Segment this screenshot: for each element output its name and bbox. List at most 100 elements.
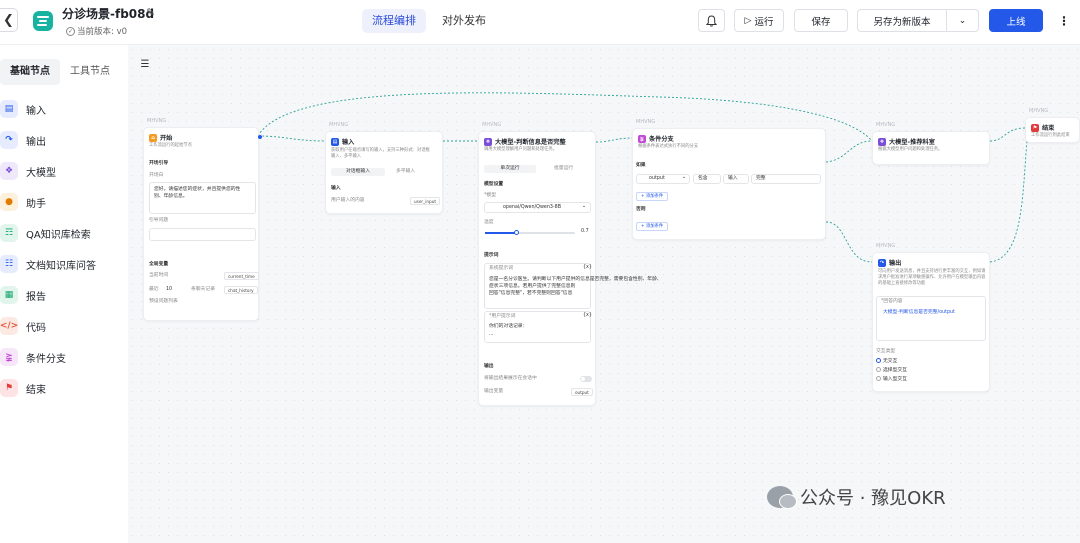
opening-label: 开场白	[149, 173, 164, 178]
branch-icon: ⪶	[0, 348, 18, 366]
if-label: 如果	[636, 163, 646, 168]
opening-section: 开场引导	[149, 161, 169, 166]
answer-content-area[interactable]: *回答内容 大模型-判断信息是否完整/output	[876, 296, 986, 341]
mode-dialog-tab[interactable]: 对话框输入	[331, 168, 385, 176]
node-title: 大模型-推荐科室	[889, 139, 935, 146]
sidebar-item-end[interactable]: ⚑ 结束	[0, 378, 46, 398]
back-button[interactable]: ❮	[0, 8, 18, 32]
condition-type-select[interactable]: 输入	[723, 174, 749, 184]
preset-label: 预设问题列表	[149, 299, 178, 304]
save-as-dropdown-button[interactable]: ⌄	[946, 9, 979, 32]
recent-label: 最近	[149, 287, 159, 292]
current-time-label: 当前时间	[149, 273, 169, 278]
temperature-slider[interactable]	[485, 230, 575, 235]
flag-icon: ⚑	[0, 379, 18, 397]
variable-icon[interactable]: {x}	[583, 265, 592, 271]
node-start[interactable]: MHVNG ⌂ 开始 工作流运行的起始节点 开场引导 开场白 您好，请描述您的症状…	[143, 118, 262, 321]
pencil-icon[interactable]: ✎	[146, 6, 155, 19]
global-section: 全局变量	[149, 262, 169, 267]
node-input[interactable]: MHVNG ▤ 输入 获取用户在端点填写的输入，支持三种形式：对话框 输入、多平输…	[325, 122, 443, 214]
opening-text-area[interactable]: 您好，请描述您的症状，并且提供您的性 别、年龄信息。	[149, 182, 256, 214]
user-prompt-area[interactable]: *用户提示词 {x} 你们的对话记录： ...	[484, 311, 592, 343]
watermark: 公众号 · 豫见OKR	[767, 484, 946, 510]
variable-icon[interactable]: {x}	[583, 313, 592, 319]
more-button[interactable]: ⋮	[1052, 9, 1076, 32]
node-llm-judge[interactable]: MHVNG ❖ 大模型-判断信息是否完整 调用大模型理解用户问题和处理任务。 单次…	[478, 122, 662, 406]
condition-value-input[interactable]: 完整	[751, 174, 821, 184]
app-title: 分诊场景-fb08d	[62, 7, 155, 21]
condition-var-select[interactable]: output ⌄	[636, 174, 690, 184]
node-id: MHVNG	[147, 118, 167, 124]
report-icon: ▦	[0, 286, 18, 304]
version-label: ✓ 当前版本: v0	[66, 26, 128, 37]
publish-button[interactable]: 上线	[989, 9, 1043, 32]
sidebar-item-code[interactable]: </> 代码	[0, 316, 46, 336]
node-id: MHVNG	[636, 119, 656, 125]
chevron-down-icon: ⌄	[958, 15, 967, 26]
sidebar-item-doc-kb[interactable]: ☷ 文档知识库问答	[0, 254, 96, 274]
version-icon: ✓	[66, 26, 75, 36]
node-desc: 工作流运行的起始节点	[149, 143, 192, 148]
mode-batch-tab[interactable]: 批量运行	[554, 166, 573, 172]
tab-flow[interactable]: 流程编排	[362, 9, 426, 33]
add-condition-button[interactable]: + 添加条件	[636, 192, 669, 201]
output-icon: ↷	[0, 131, 18, 149]
mode-single-tab[interactable]: 单次运行	[484, 165, 536, 173]
node-output[interactable]: MHVNG ↷ 输出 可向用户发送消息，并且支持进行更丰富的交互，例如请 求用户批…	[872, 243, 990, 392]
interact-option-select[interactable]: 选择型交互	[876, 367, 907, 374]
output-handle[interactable]	[258, 135, 262, 139]
sidebar-item-branch[interactable]: ⪶ 条件分支	[0, 347, 66, 367]
add-condition-button-2[interactable]: + 添加条件	[636, 222, 669, 231]
flag-icon: ⚑	[1031, 123, 1039, 132]
run-button[interactable]: ▷ 运行	[734, 9, 784, 32]
mode-multi-tab[interactable]: 多平输入	[396, 169, 415, 175]
chevron-down-icon: ⌄	[681, 175, 686, 180]
tab-basic-nodes[interactable]: 基础节点	[0, 59, 60, 85]
node-title: 结束	[1042, 125, 1055, 132]
node-title: 条件分支	[649, 136, 674, 143]
notification-button[interactable]	[698, 9, 725, 32]
doc-kb-icon: ☷	[0, 255, 18, 273]
stream-toggle[interactable]	[580, 376, 592, 382]
wechat-icon	[767, 486, 797, 509]
chat-history-var: chat_history	[224, 286, 258, 294]
sidebar-item-input[interactable]: ▤ 输入	[0, 99, 46, 119]
node-desc: 的基础上直接修改等功能	[878, 281, 926, 286]
model-select[interactable]: openai/Qwen/Qwen3-8B ⌄	[484, 202, 591, 213]
recent-count[interactable]: 10	[166, 287, 172, 293]
header-tabs: 流程编排 对外发布	[362, 9, 496, 33]
collapse-sidebar-button[interactable]: ☰	[137, 57, 153, 71]
interact-option-none[interactable]: 无交互	[876, 358, 897, 365]
node-end[interactable]: MHVNG ⚑ 结束 工作流运行到此结束	[1025, 108, 1080, 143]
save-as-version-button[interactable]: 另存为新版本	[857, 9, 947, 32]
condition-op-select[interactable]: 包含	[693, 174, 721, 184]
sidebar-item-report[interactable]: ▦ 报告	[0, 285, 46, 305]
chevron-down-icon: ⌄	[581, 204, 586, 209]
node-id: MHVNG	[876, 122, 896, 128]
temperature-value: 0.7	[581, 229, 589, 234]
sidebar-item-output[interactable]: ↷ 输出	[0, 130, 46, 150]
node-llm-recommend[interactable]: MHVNG ❖ 大模型-推荐科室 根据大模型用户问题和处理任务。	[872, 122, 990, 165]
stream-label: 将输出结果展示在会话中	[484, 376, 537, 381]
system-prompt-area[interactable]: 系统提示词 {x} 您是一名分诊医生。请判断以下用户提供的信息是否完整，需要包含…	[484, 263, 662, 309]
field-label: 用户输入的内容	[331, 198, 365, 203]
sidebar-item-llm[interactable]: ❖ 大模型	[0, 161, 56, 181]
chevron-left-icon: ❮	[3, 12, 14, 28]
node-id: MHVNG	[1029, 108, 1049, 114]
sidebar-item-qa-kb[interactable]: ☶ QA知识库检索	[0, 223, 91, 243]
top-bar: ❮ 分诊场景-fb08d ✎ ✓ 当前版本: v0 流程编排 对外发布 ▷ 运行 保…	[0, 0, 1080, 45]
node-title: 输入	[342, 139, 355, 146]
tab-tool-nodes[interactable]: 工具节点	[60, 59, 120, 85]
tab-publish[interactable]: 对外发布	[432, 9, 496, 33]
save-button[interactable]: 保存	[794, 9, 848, 32]
radio-icon	[876, 376, 881, 381]
temperature-label: 温度	[484, 220, 494, 225]
node-title: 开始	[160, 135, 173, 142]
code-icon: </>	[0, 317, 18, 335]
output-icon: ↷	[878, 258, 886, 267]
interact-option-input[interactable]: 输入型交互	[876, 376, 907, 383]
sidebar-item-assistant[interactable]: ● 助手	[0, 192, 46, 212]
input-icon: ▤	[331, 137, 339, 146]
guide-question-input[interactable]	[149, 228, 256, 241]
node-branch[interactable]: MHVNG ⪶ 条件分支 根据条件表达式执行不同的分支 如果 output ⌄ 包…	[632, 119, 826, 240]
